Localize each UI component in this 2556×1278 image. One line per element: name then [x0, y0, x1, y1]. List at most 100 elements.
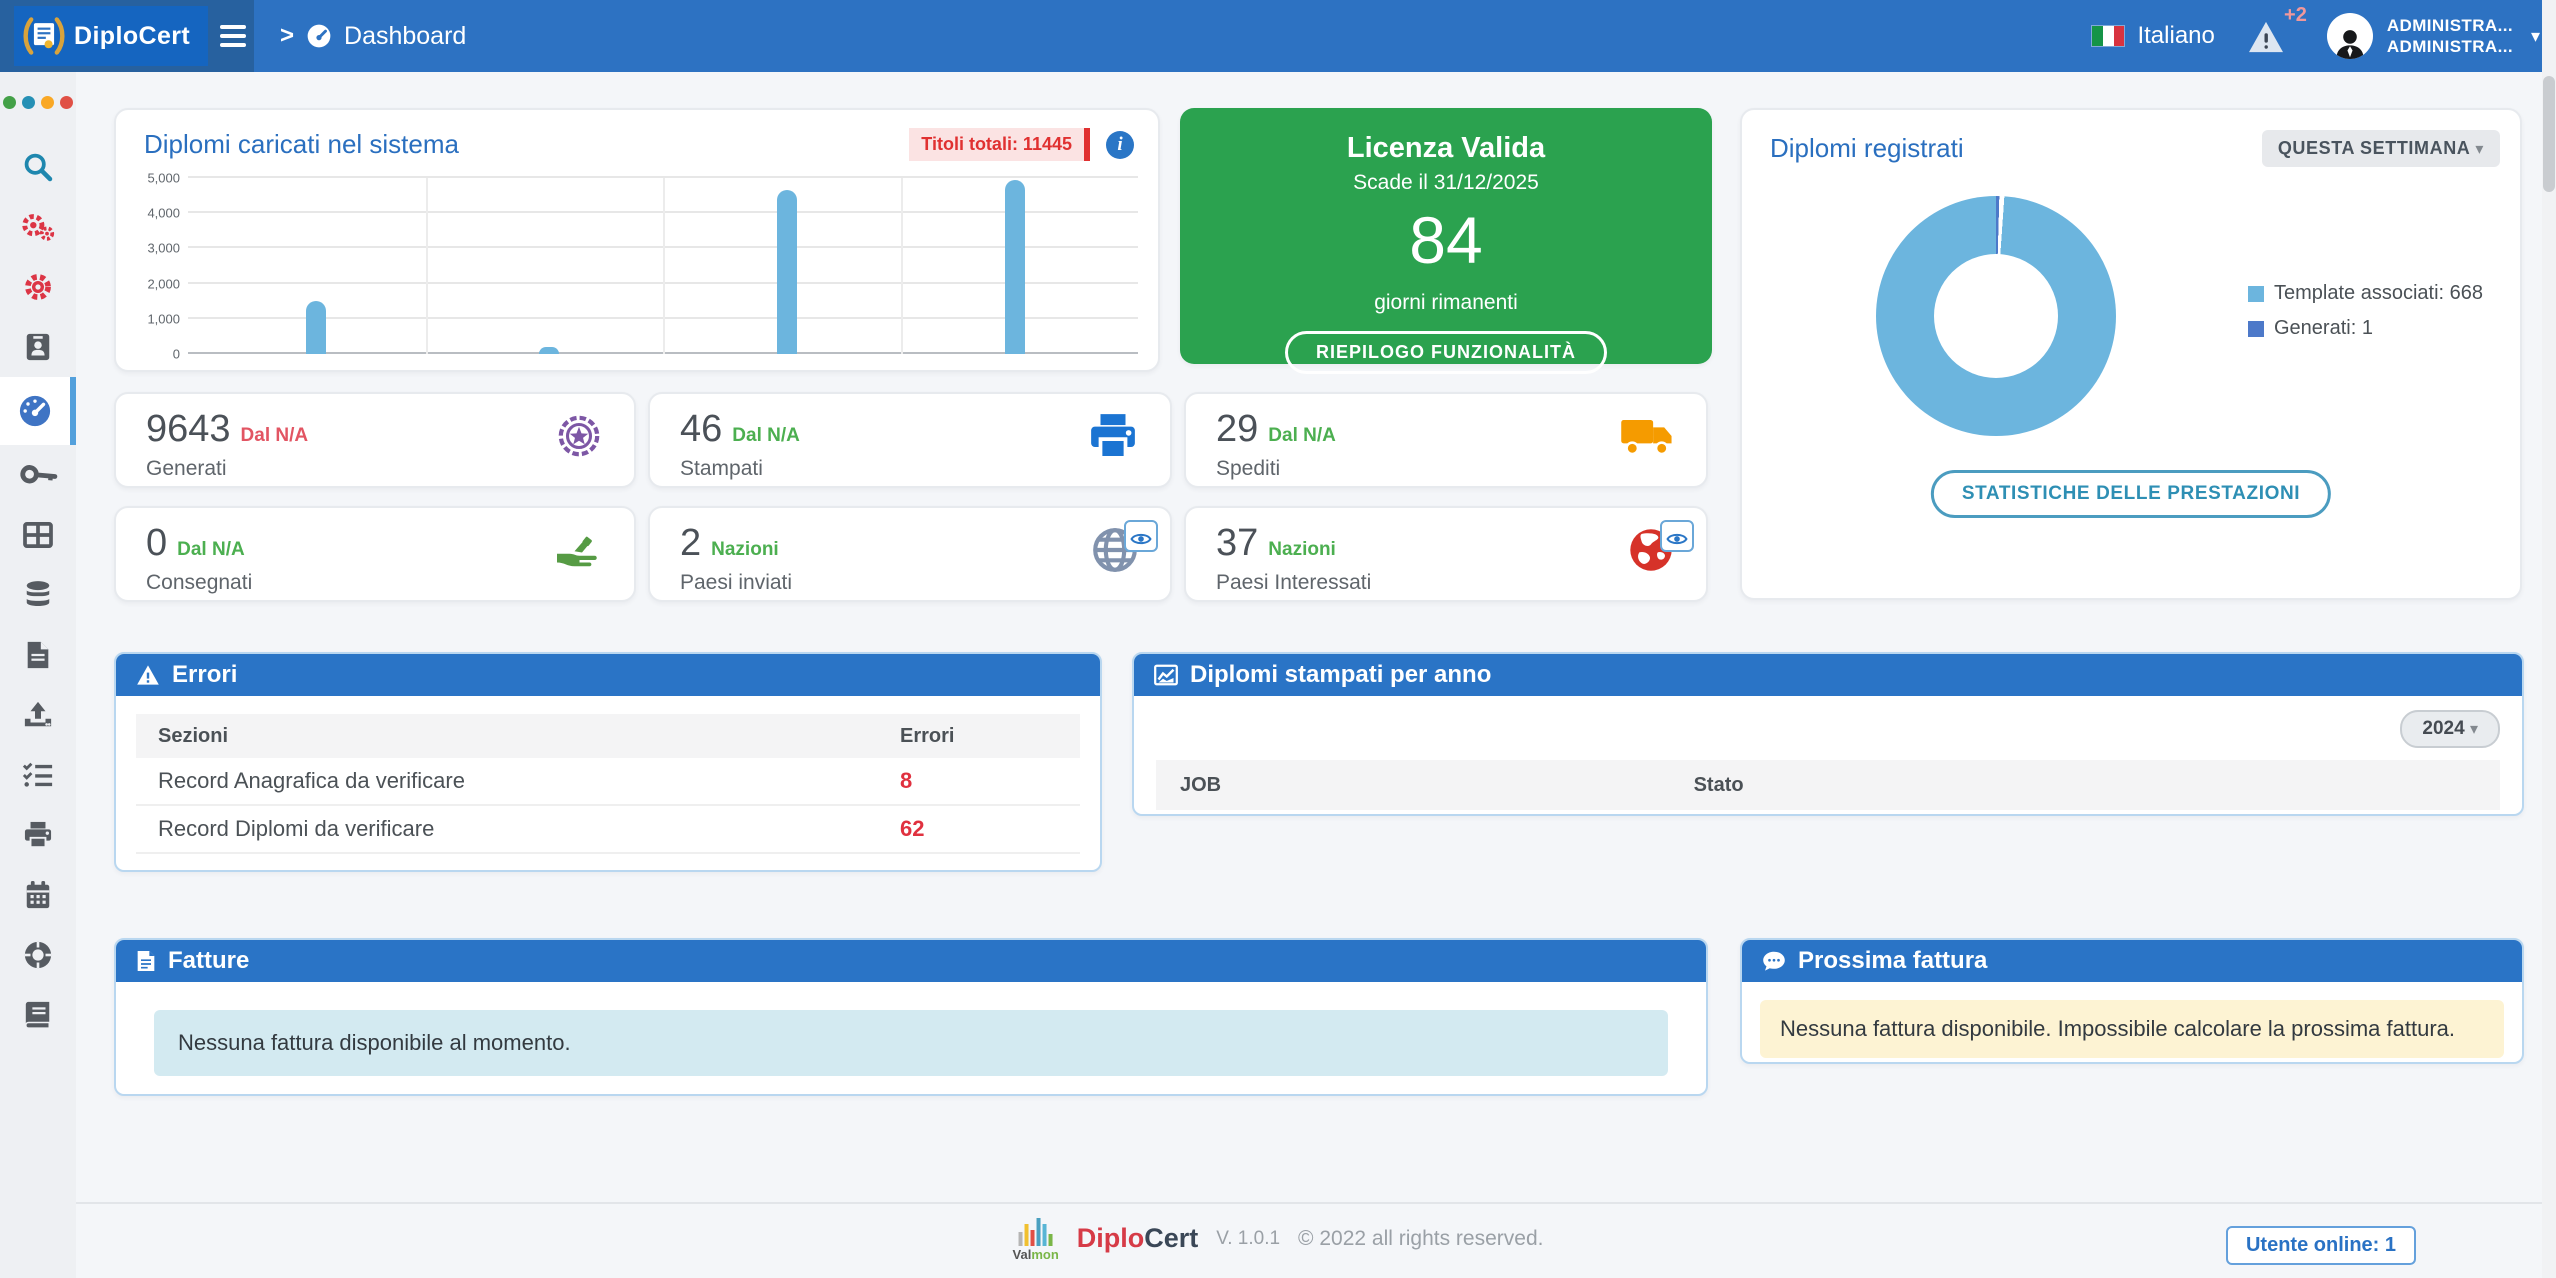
- scrollbar-track[interactable]: [2542, 0, 2556, 1278]
- table-row[interactable]: Record Diplomi da verificare 62: [136, 806, 1080, 854]
- sidebar-item-manual[interactable]: [0, 985, 76, 1045]
- checklist-icon: [22, 762, 53, 787]
- view-countries-button[interactable]: [1660, 520, 1694, 552]
- period-dropdown[interactable]: QUESTA SETTIMANA ▾: [2261, 130, 2500, 167]
- gridline: [900, 178, 903, 354]
- license-title: Licenza Valida: [1346, 132, 1546, 164]
- registered-donut-chart: [1876, 196, 2116, 436]
- errors-panel: Errori Sezioni Errori Record Anagrafica …: [114, 652, 1102, 872]
- breadcrumb: > Dashboard: [280, 0, 466, 72]
- stat-card-paesi-inviati: 2 Nazioni Paesi inviati: [648, 506, 1172, 602]
- dashboard-gauge-icon: [19, 395, 51, 427]
- comment-icon: [1763, 951, 1785, 971]
- stat-label: Paesi Interessati: [1216, 571, 1372, 594]
- dashboard-gauge-icon: [307, 24, 331, 48]
- chart-line-icon: [1154, 664, 1178, 686]
- valmon-logo-bars: [1018, 1216, 1053, 1246]
- user-name-line2: ADMINISTRA...: [2386, 37, 2513, 56]
- user-menu[interactable]: ADMINISTRA... ADMINISTRA... ▾: [2326, 13, 2540, 59]
- life-ring-icon: [24, 941, 52, 969]
- diplocert-logo-icon: [23, 17, 65, 55]
- brand-name: DiploCert: [74, 21, 191, 50]
- stat-value: 37: [1216, 522, 1259, 564]
- next-invoice-panel: Prossima fattura Nessuna fattura disponi…: [1740, 938, 2524, 1064]
- breadcrumb-label[interactable]: Dashboard: [344, 22, 466, 51]
- sidebar-item-tables[interactable]: [0, 505, 76, 565]
- upload-icon: [24, 701, 52, 727]
- scrollbar-thumb[interactable]: [2543, 76, 2555, 192]
- bar-chart-plot: 0 1,000 2,000 3,000 4,000 5,000: [147, 171, 1138, 362]
- stat-label: Spediti: [1216, 457, 1281, 480]
- sidebar-item-search[interactable]: [0, 137, 76, 197]
- gridline: [425, 178, 428, 354]
- license-summary-button[interactable]: RIEPILOGO FUNZIONALITÀ: [1285, 331, 1607, 374]
- gears-icon: [22, 214, 55, 241]
- document-icon: [27, 641, 49, 669]
- year-dropdown[interactable]: 2024 ▾: [2400, 710, 2500, 748]
- stat-sub-label: Dal N/A: [177, 539, 245, 560]
- stat-card-paesi-interessati: 37 Nazioni Paesi Interessati: [1184, 506, 1708, 602]
- dot-teal: [22, 96, 35, 109]
- view-countries-button[interactable]: [1124, 520, 1158, 552]
- notifications-button[interactable]: +2: [2247, 4, 2307, 60]
- hamburger-menu-icon[interactable]: [220, 20, 252, 52]
- table-icon: [23, 522, 53, 548]
- chevron-down-icon: ▾: [2475, 141, 2484, 158]
- sidebar-item-support[interactable]: [0, 925, 76, 985]
- breadcrumb-arrow: >: [280, 22, 295, 49]
- truck-icon: [1620, 413, 1674, 467]
- sidebar-item-documents[interactable]: [0, 625, 76, 685]
- bar-series-value: [776, 190, 797, 354]
- stat-value: 46: [680, 408, 723, 450]
- online-users-badge: Utente online: 1: [2225, 1226, 2416, 1265]
- sidebar-item-dashboard[interactable]: [0, 377, 76, 445]
- gear-icon: [25, 274, 51, 300]
- chart-title: Diplomi caricati nel sistema: [144, 129, 459, 159]
- bar-series-value: [539, 346, 559, 354]
- warning-triangle-icon: [2248, 21, 2283, 53]
- license-card: Licenza Valida Scade il 31/12/2025 84 gi…: [1180, 108, 1712, 374]
- search-icon: [24, 153, 53, 182]
- donut-legend: Template associati: 668 Generati: 1: [2248, 282, 2483, 340]
- invoice-icon: [137, 951, 155, 971]
- language-selector[interactable]: Italiano: [2091, 22, 2215, 50]
- sidebar-item-id-card[interactable]: [0, 317, 76, 377]
- uploaded-diplomas-chart-card: Diplomi caricati nel sistema Titoli tota…: [114, 108, 1160, 372]
- stat-card-generati: 9643 Dal N/A Generati: [114, 392, 636, 488]
- chevron-down-icon: ▾: [2469, 721, 2478, 738]
- stat-card-spediti: 29 Dal N/A Spediti: [1184, 392, 1708, 488]
- language-label: Italiano: [2137, 22, 2215, 49]
- printer-icon: [24, 821, 52, 849]
- legend-item-generated: Generati: 1: [2248, 317, 2483, 340]
- total-titles-badge: Titoli totali: 11445: [909, 128, 1090, 161]
- performance-stats-button[interactable]: STATISTICHE DELLE PRESTAZIONI: [1930, 470, 2332, 518]
- info-icon[interactable]: i: [1106, 130, 1134, 159]
- sidebar-item-checklist[interactable]: [0, 745, 76, 805]
- stat-value: 9643: [146, 408, 231, 450]
- legend-swatch-light-blue: [2248, 285, 2264, 302]
- printer-icon: [1088, 411, 1138, 469]
- sidebar-item-database[interactable]: [0, 565, 76, 625]
- sidebar-item-settings[interactable]: [0, 257, 76, 317]
- valmon-logo: Valmon: [1013, 1216, 1059, 1261]
- invoices-panel-header: Fatture: [116, 940, 1706, 982]
- diplocert-dashboard: DiploCert > Dashboard Italiano +2 ADMINI…: [0, 0, 2556, 1278]
- sidebar-item-upload[interactable]: [0, 685, 76, 745]
- errors-table: Sezioni Errori Record Anagrafica da veri…: [136, 714, 1080, 854]
- sidebar-item-system-settings[interactable]: [0, 197, 76, 257]
- certificate-badge-icon: [556, 413, 602, 467]
- database-icon: [26, 581, 50, 607]
- legend-item-templates: Template associati: 668: [2248, 282, 2483, 305]
- user-name-line1: ADMINISTRA...: [2386, 15, 2513, 35]
- stat-sub-label: Dal N/A: [240, 425, 309, 446]
- dot-red: [60, 96, 73, 109]
- sidebar-item-calendar[interactable]: [0, 865, 76, 925]
- table-row[interactable]: Record Anagrafica da verificare 8: [136, 758, 1080, 806]
- errors-panel-header: Errori: [116, 654, 1100, 696]
- eye-icon: [1666, 518, 1688, 555]
- stat-card-consegnati: 0 Dal N/A Consegnati: [114, 506, 636, 602]
- app-logo[interactable]: DiploCert: [14, 6, 208, 66]
- sidebar-item-keys[interactable]: [0, 445, 76, 505]
- stat-label: Consegnati: [146, 571, 253, 594]
- sidebar-item-print[interactable]: [0, 805, 76, 865]
